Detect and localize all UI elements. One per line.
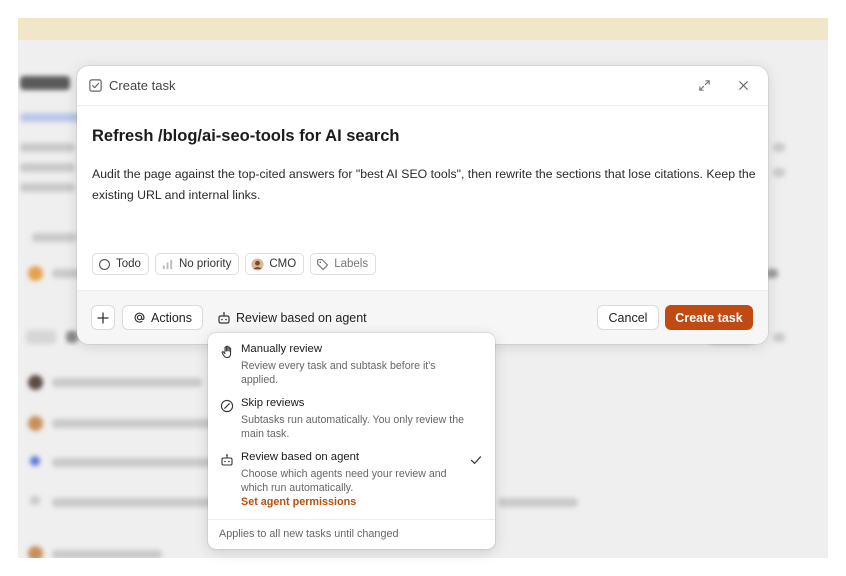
at-sign-icon (134, 312, 145, 323)
assignee-chip-label: CMO (269, 258, 297, 270)
add-attachment-button[interactable] (91, 305, 115, 330)
menu-item-description: Subtasks run automatically. You only rev… (241, 414, 464, 440)
avatar (251, 257, 264, 271)
create-task-button[interactable]: Create task (665, 305, 753, 330)
todo-circle-icon (99, 258, 110, 270)
set-agent-permissions-link[interactable]: Set agent permissions (241, 496, 356, 508)
create-task-modal: Create task Refresh /blog/ai-seo-tools f… (77, 66, 768, 344)
menu-item-description: Choose which agents need your review and… (241, 468, 447, 494)
menu-item-skip-reviews[interactable]: Skip reviews Subtasks run automatically.… (208, 397, 495, 441)
labels-chip-label: Labels (334, 258, 369, 270)
status-chip-label: Todo (116, 258, 141, 270)
close-icon[interactable] (736, 78, 751, 93)
plus-icon (97, 311, 109, 324)
menu-item-manually-review[interactable]: Manually review Review every task and su… (208, 343, 495, 387)
robot-icon (221, 454, 233, 466)
menu-divider (208, 519, 495, 520)
menu-item-title: Review based on agent (241, 451, 360, 463)
priority-chip-label: No priority (178, 258, 232, 270)
menu-item-review-based-on-agent[interactable]: Review based on agent Choose which agent… (208, 451, 495, 513)
menu-item-description: Review every task and subtask before it'… (241, 360, 436, 386)
actions-button[interactable]: Actions (122, 305, 203, 330)
menu-item-title: Skip reviews (241, 397, 305, 409)
priority-bars-icon (162, 259, 173, 269)
task-property-chips: Todo No priority CMO Labels (92, 253, 377, 275)
task-title-input[interactable]: Refresh /blog/ai-seo-tools for AI search (92, 127, 399, 146)
actions-button-label: Actions (151, 310, 192, 325)
modal-title: Create task (109, 78, 176, 93)
hand-icon (221, 345, 232, 359)
skip-circle-icon (220, 399, 234, 413)
cancel-button[interactable]: Cancel (597, 305, 659, 330)
labels-chip[interactable]: Labels (310, 253, 377, 275)
task-checkbox-icon (89, 79, 102, 92)
checkmark-icon (470, 456, 482, 464)
menu-footer-note: Applies to all new tasks until changed (219, 528, 399, 540)
tag-icon (317, 258, 329, 270)
review-mode-menu: Manually review Review every task and su… (208, 333, 495, 549)
task-description-input[interactable]: Audit the page against the top-cited ans… (92, 164, 762, 206)
expand-icon[interactable] (697, 78, 712, 93)
assignee-chip[interactable]: CMO (245, 253, 305, 275)
robot-icon (218, 312, 230, 324)
modal-header: Create task (77, 66, 768, 106)
menu-item-title: Manually review (241, 343, 322, 355)
review-mode-dropdown[interactable]: Review based on agent (217, 309, 367, 327)
status-chip[interactable]: Todo (92, 253, 149, 275)
review-mode-label: Review based on agent (236, 311, 367, 325)
priority-chip[interactable]: No priority (154, 253, 240, 275)
